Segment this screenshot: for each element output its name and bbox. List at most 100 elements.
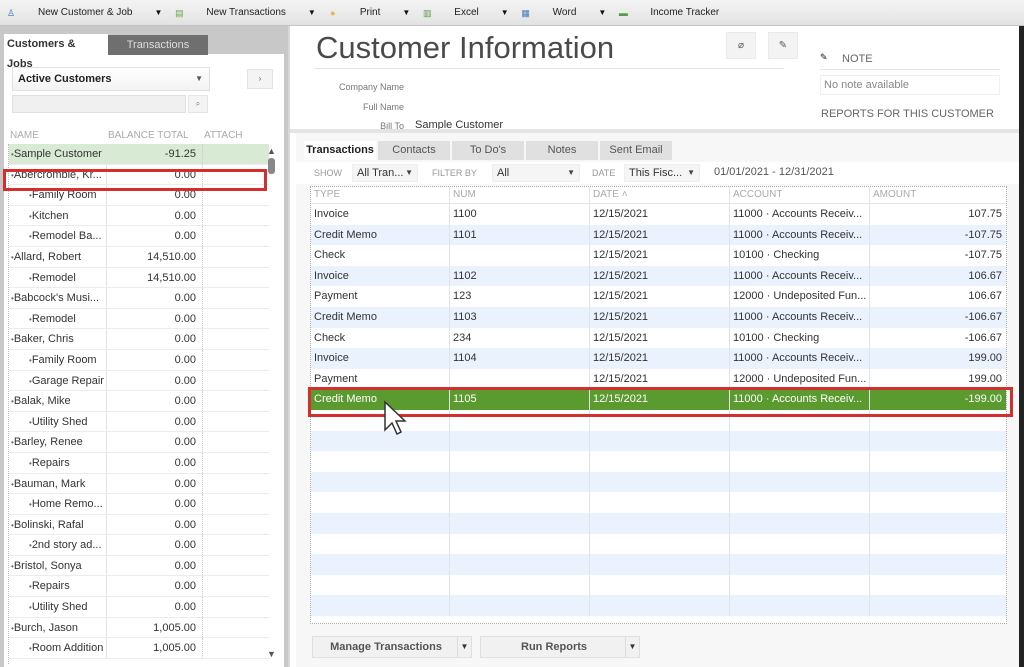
scroll-down-icon[interactable]: ▼ [267, 649, 276, 659]
column-header-balance[interactable]: BALANCE TOTAL [108, 130, 204, 144]
empty-cell [590, 533, 730, 555]
chevron-down-icon[interactable]: ▼ [625, 637, 639, 657]
scroll-thumb[interactable] [268, 158, 275, 174]
customer-row[interactable]: •Garage Repair 0.00 [9, 370, 269, 392]
customer-filter-dropdown[interactable]: Active Customers ▼ [12, 67, 210, 91]
tab-contacts[interactable]: Contacts [378, 141, 450, 160]
cell-account: 11000 · Accounts Receiv... [730, 265, 870, 287]
column-header-account[interactable]: ACCOUNT [730, 187, 870, 203]
customer-row[interactable]: •Sample Customer -91.25 [9, 144, 269, 165]
paperclip-icon: ⌀ [737, 40, 745, 51]
show-dropdown[interactable]: All Tran... ▼ [352, 164, 418, 182]
transactions-table-body: Invoice 1100 12/15/2021 11000 · Accounts Re… [311, 204, 1006, 616]
customer-row[interactable]: •Burch, Jason 1,005.00 [9, 617, 269, 639]
attach-button[interactable]: ⌀ [726, 32, 756, 59]
chevron-down-icon[interactable]: ▼ [154, 8, 162, 17]
transaction-row[interactable]: Check 12/15/2021 10100 · Checking -107.75 [311, 245, 1006, 266]
column-header-num[interactable]: NUM [450, 187, 590, 203]
customer-row[interactable]: •Remodel 14,510.00 [9, 267, 269, 289]
customer-row[interactable]: •Bolinski, Rafal 0.00 [9, 514, 269, 536]
chevron-down-icon[interactable]: ▼ [308, 8, 316, 17]
transaction-row[interactable]: Payment 12/15/2021 12000 · Undeposited Fun… [311, 368, 1006, 390]
pin-icon[interactable]: ✎ [820, 52, 828, 63]
column-header-attach[interactable]: ATTACH [204, 130, 243, 144]
toolbar-item-new-customer-job[interactable]: ♙ New Customer & Job ▼ [6, 7, 162, 18]
customer-balance: 0.00 [107, 411, 203, 432]
customer-name-text: Bauman, Mark [13, 477, 86, 490]
customer-row[interactable]: •Allard, Robert 14,510.00 [9, 246, 269, 268]
expand-panel-button[interactable]: › [247, 69, 273, 89]
customer-row[interactable]: •Family Room 0.00 [9, 349, 269, 371]
transaction-row[interactable]: Credit Memo 1105 12/15/2021 11000 · Account… [311, 389, 1006, 410]
cell-num: 1101 [450, 224, 590, 246]
chevron-down-icon[interactable]: ▼ [598, 8, 606, 17]
toolbar-item-new-transactions[interactable]: ▤ New Transactions ▼ [174, 7, 316, 18]
customer-name: •Barley, Renee [9, 432, 107, 452]
customer-row[interactable]: •Barley, Renee 0.00 [9, 432, 269, 453]
customer-row[interactable]: •Utility Shed 0.00 [9, 597, 269, 618]
filter-by-dropdown[interactable]: All ▼ [492, 164, 580, 182]
empty-cell [870, 472, 1006, 493]
toolbar-item-excel[interactable]: ▥ Excel ▼ [422, 7, 509, 18]
customer-row[interactable]: •Balak, Mike 0.00 [9, 391, 269, 412]
tab-sent-email[interactable]: Sent Email [600, 141, 672, 160]
edit-customer-button[interactable]: ✎ [768, 32, 798, 59]
transactions-table: TYPE NUM DATE ˄ ACCOUNT AMOUNT Invoice 11… [310, 186, 1007, 624]
transaction-row[interactable]: Credit Memo 1101 12/15/2021 11000 · Account… [311, 224, 1006, 246]
toolbar-item-income-tracker[interactable]: ▬ Income Tracker [618, 7, 719, 18]
transaction-row[interactable]: Invoice 1104 12/15/2021 11000 · Accounts Re… [311, 348, 1006, 369]
customer-row[interactable]: •Room Addition 1,005.00 [9, 638, 269, 659]
customer-name-text: Balak, Mike [13, 395, 71, 408]
customer-name: •Room Addition [9, 638, 107, 658]
toolbar-item-word[interactable]: ▦ Word ▼ [521, 7, 606, 18]
chevron-down-icon[interactable]: ▼ [402, 8, 410, 17]
customer-row[interactable]: •Repairs 0.00 [9, 452, 269, 474]
tab-notes[interactable]: Notes [526, 141, 598, 160]
tab-transactions[interactable]: Transactions [108, 35, 208, 55]
chevron-down-icon[interactable]: ▼ [501, 8, 509, 17]
column-header-type[interactable]: TYPE [311, 187, 450, 203]
toolbar-item-print[interactable]: ● Print ▼ [328, 7, 410, 18]
customer-row[interactable]: •Bristol, Sonya 0.00 [9, 555, 269, 577]
customer-row[interactable]: •Abercrombie, Kr... 0.00 [9, 164, 269, 186]
customer-name-text: Repairs [31, 456, 70, 469]
transaction-row[interactable]: Check 234 12/15/2021 10100 · Checking -106.6… [311, 327, 1006, 349]
customer-list-scrollbar[interactable]: ▲ ▼ [266, 144, 278, 659]
manage-transactions-button[interactable]: Manage Transactions ▼ [312, 636, 472, 658]
customer-row[interactable]: •Bauman, Mark 0.00 [9, 473, 269, 495]
empty-cell [450, 512, 590, 534]
empty-row [311, 533, 1006, 555]
tab-transactions-detail[interactable]: Transactions [304, 141, 376, 160]
customer-row[interactable]: •Baker, Chris 0.00 [9, 329, 269, 350]
column-header-amount[interactable]: AMOUNT [870, 187, 1006, 203]
customer-row[interactable]: •Utility Shed 0.00 [9, 411, 269, 433]
tab-customers-jobs[interactable]: Customers & Jobs [4, 34, 108, 70]
scroll-up-icon[interactable]: ▲ [267, 146, 276, 156]
customer-name: •Garage Repair [9, 370, 107, 391]
empty-cell [311, 574, 450, 596]
empty-cell [730, 451, 870, 472]
customer-row[interactable]: •Remodel 0.00 [9, 308, 269, 330]
transaction-row[interactable]: Payment 123 12/15/2021 12000 · Undeposited … [311, 286, 1006, 307]
run-reports-button[interactable]: Run Reports ▼ [480, 636, 640, 658]
chevron-down-icon[interactable]: ▼ [457, 637, 471, 657]
tab-to-dos[interactable]: To Do's [452, 141, 524, 160]
customer-attach [203, 391, 269, 411]
customer-row[interactable]: •Repairs 0.00 [9, 576, 269, 598]
column-header-date[interactable]: DATE ˄ [590, 187, 730, 203]
customer-search-input[interactable] [12, 95, 186, 113]
show-label: SHOW [314, 168, 342, 178]
customer-row[interactable]: •2nd story ad... 0.00 [9, 535, 269, 556]
customer-row[interactable]: •Kitchen 0.00 [9, 205, 269, 227]
customer-row[interactable]: •Family Room 0.00 [9, 185, 269, 206]
customer-row[interactable]: •Remodel Ba... 0.00 [9, 226, 269, 247]
transaction-row[interactable]: Invoice 1102 12/15/2021 11000 · Accounts Re… [311, 265, 1006, 287]
date-dropdown[interactable]: This Fisc... ▼ [624, 164, 700, 182]
cell-num: 1104 [450, 348, 590, 369]
customer-row[interactable]: •Babcock's Musi... 0.00 [9, 288, 269, 309]
search-button[interactable]: ⌕ [188, 95, 208, 113]
customer-row[interactable]: •Home Remo... 0.00 [9, 494, 269, 515]
column-header-name[interactable]: NAME [10, 130, 108, 144]
transaction-row[interactable]: Invoice 1100 12/15/2021 11000 · Accounts Re… [311, 204, 1006, 225]
transaction-row[interactable]: Credit Memo 1103 12/15/2021 11000 · Account… [311, 306, 1006, 328]
